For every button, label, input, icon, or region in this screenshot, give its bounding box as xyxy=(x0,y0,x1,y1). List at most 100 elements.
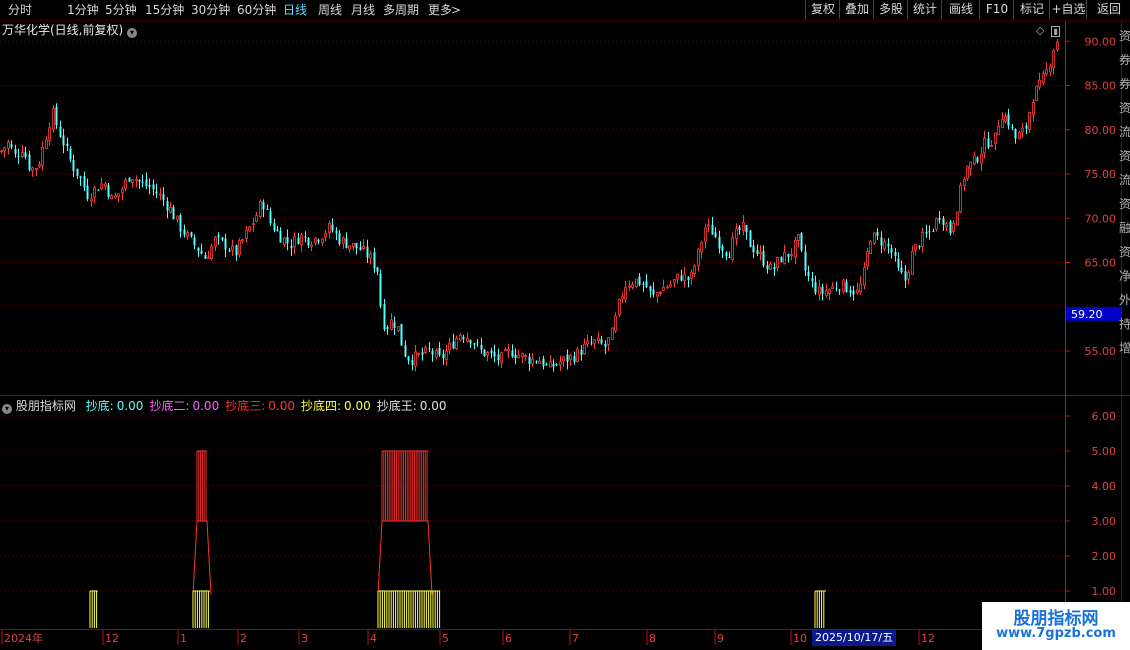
period-tab-4[interactable]: 30分钟 xyxy=(191,0,230,20)
candle-body xyxy=(386,327,389,330)
candle-body xyxy=(618,299,621,316)
period-tab-2[interactable]: 5分钟 xyxy=(105,0,137,20)
candle-body xyxy=(959,184,962,213)
candle-body xyxy=(773,267,776,270)
candle-body xyxy=(714,232,717,238)
candle-body xyxy=(752,245,755,253)
diamond-icon[interactable]: ◇ xyxy=(1036,24,1044,37)
indicator-axis-label: 2.00 xyxy=(1092,550,1117,563)
price-label: 85.00 xyxy=(1085,80,1117,93)
candle-body xyxy=(45,139,48,150)
toolbar-button-4[interactable]: 画线 xyxy=(941,0,980,19)
toolbar-button-7[interactable]: +自选 xyxy=(1049,0,1087,19)
candle-body xyxy=(400,323,403,346)
candle-body xyxy=(531,358,534,365)
candle-body xyxy=(59,126,62,137)
candle-body xyxy=(731,237,734,261)
candle-body xyxy=(569,354,572,360)
candle-body xyxy=(228,250,231,252)
candle-body xyxy=(942,218,945,225)
current-price-label: 59.20 xyxy=(1071,308,1103,321)
period-tab-8[interactable]: 月线 xyxy=(351,0,375,20)
candle-body xyxy=(497,354,500,361)
candle-body xyxy=(735,228,738,239)
candle-body xyxy=(414,351,417,367)
candle-body xyxy=(656,292,659,297)
candle-body xyxy=(428,348,431,350)
indicator-axis-label: 5.00 xyxy=(1092,445,1117,458)
candle-body xyxy=(459,334,462,341)
candle-body xyxy=(290,245,293,249)
candle-body xyxy=(559,361,562,366)
side-panel-text: 资 xyxy=(1119,29,1130,43)
candle-body xyxy=(825,290,828,297)
candle-body xyxy=(183,229,186,235)
period-tab-6[interactable]: 日线 xyxy=(283,0,307,20)
chevron-down-icon[interactable]: ▾ xyxy=(2,404,12,414)
candle-body xyxy=(259,201,262,217)
period-tab-7[interactable]: 周线 xyxy=(318,0,342,20)
candle-body xyxy=(193,237,196,246)
candle-body xyxy=(935,218,938,230)
toolbar-button-2[interactable]: 多股 xyxy=(873,0,908,19)
candle-body xyxy=(856,289,859,294)
candle-body xyxy=(811,278,814,282)
candle-body xyxy=(397,326,400,331)
grid-lines xyxy=(0,40,1130,630)
chevron-right-icon[interactable]: > xyxy=(451,0,461,20)
chevron-down-icon[interactable]: ▾ xyxy=(127,28,138,38)
candle-body xyxy=(762,251,765,266)
candle-body xyxy=(976,157,979,163)
period-tab-1[interactable]: 1分钟 xyxy=(67,0,99,20)
candle-body xyxy=(273,223,276,231)
candle-body xyxy=(945,223,948,228)
indicator-axis-label: 3.00 xyxy=(1092,515,1117,528)
candle-body xyxy=(507,348,510,352)
candle-body xyxy=(745,225,748,233)
candle-body xyxy=(549,361,552,368)
candle-body xyxy=(355,243,358,249)
period-tab-9[interactable]: 多周期 xyxy=(383,0,419,20)
window-icon[interactable]: ▮ xyxy=(1051,26,1060,37)
candle-body xyxy=(186,232,189,237)
toolbar-button-1[interactable]: 叠加 xyxy=(839,0,874,19)
time-label: 4 xyxy=(370,632,377,645)
series-name: 抄底二: xyxy=(149,399,190,413)
candle-body xyxy=(918,246,921,248)
candle-body xyxy=(204,255,207,259)
candle-body xyxy=(338,233,341,245)
candle-body xyxy=(621,296,624,300)
toolbar-button-0[interactable]: 复权 xyxy=(805,0,840,19)
candle-body xyxy=(994,132,997,145)
candle-body xyxy=(1032,101,1035,116)
candle-body xyxy=(148,184,151,188)
price-axis: 90.00 85.00 80.00 75.00 70.00 65.00 55.00 59.20… xyxy=(1065,21,1122,629)
time-label: 10 xyxy=(793,632,807,645)
candle-body xyxy=(821,286,824,294)
candle-body xyxy=(345,238,348,248)
period-tab-10[interactable]: 更多 xyxy=(428,0,452,20)
candle-body xyxy=(566,354,569,362)
candle-body xyxy=(645,281,648,288)
candle-body xyxy=(511,350,514,357)
candle-body xyxy=(304,236,307,238)
toolbar-button-3[interactable]: 统计 xyxy=(907,0,942,19)
period-tab-5[interactable]: 60分钟 xyxy=(237,0,276,20)
time-label: 3 xyxy=(301,632,308,645)
period-tab-3[interactable]: 15分钟 xyxy=(145,0,184,20)
candle-body xyxy=(314,237,317,244)
candle-body xyxy=(662,286,665,291)
chart-area[interactable]: 90.0085.0080.0075.0070.0065.0055.0059.20… xyxy=(0,21,1130,650)
candle-body xyxy=(721,246,724,251)
candle-body xyxy=(31,167,34,172)
candle-body xyxy=(214,237,217,247)
candle-body xyxy=(787,253,790,258)
toolbar-button-5[interactable]: F10 xyxy=(979,0,1014,19)
candle-body xyxy=(680,275,683,281)
period-tab-0[interactable]: 分时 xyxy=(8,0,32,20)
toolbar-button-8[interactable]: 返回 xyxy=(1086,0,1130,19)
candle-body xyxy=(866,251,869,267)
candle-body xyxy=(890,248,893,253)
toolbar-button-6[interactable]: 标记 xyxy=(1013,0,1050,19)
candle-body xyxy=(780,257,783,263)
